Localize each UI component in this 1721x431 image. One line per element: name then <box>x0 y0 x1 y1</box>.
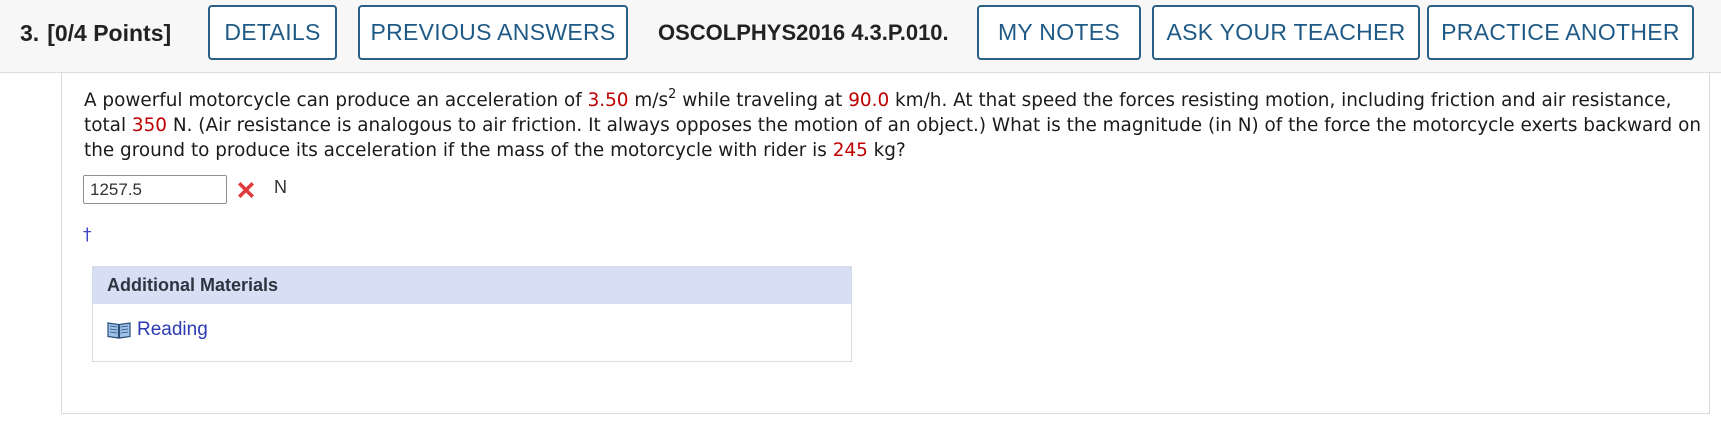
question-number-label: 3. <box>20 20 40 46</box>
resisting-force-value: 350 <box>131 115 168 136</box>
question-header: 3. [0/4 Points] DETAILS PREVIOUS ANSWERS … <box>0 0 1721 73</box>
my-notes-button[interactable]: MY NOTES <box>977 5 1141 60</box>
question-text-part: kg? <box>867 140 906 161</box>
previous-answers-button[interactable]: PREVIOUS ANSWERS <box>358 5 628 60</box>
mass-value: 245 <box>832 140 868 161</box>
reading-link-label: Reading <box>137 319 208 340</box>
question-number: 3. [0/4 Points] <box>20 20 171 47</box>
speed-value: 90.0 <box>848 90 890 111</box>
additional-materials-title: Additional Materials <box>93 267 851 304</box>
additional-materials-panel: Additional Materials Reading <box>92 266 852 362</box>
reading-link[interactable]: Reading <box>107 319 208 341</box>
ask-your-teacher-button[interactable]: ASK YOUR TEACHER <box>1152 5 1420 60</box>
incorrect-x-icon <box>238 182 254 198</box>
question-text: A powerful motorcycle can produce an acc… <box>84 88 1709 163</box>
details-button[interactable]: DETAILS <box>208 5 337 60</box>
footnote-marker[interactable]: † <box>83 225 92 245</box>
question-text-part: A powerful motorcycle can produce an acc… <box>84 90 588 111</box>
acceleration-value: 3.50 <box>587 90 629 111</box>
answer-unit: N <box>274 177 287 197</box>
answer-input[interactable] <box>83 175 227 204</box>
points-label: [0/4 Points] <box>47 20 172 46</box>
practice-another-button[interactable]: PRACTICE ANOTHER <box>1427 5 1694 60</box>
question-text-part: while traveling at <box>676 90 849 111</box>
question-text-part: m/s <box>628 90 669 111</box>
problem-id: OSCOLPHYS2016 4.3.P.010. <box>658 20 949 45</box>
book-icon <box>107 322 131 339</box>
question-body: A powerful motorcycle can produce an acc… <box>61 73 1710 414</box>
